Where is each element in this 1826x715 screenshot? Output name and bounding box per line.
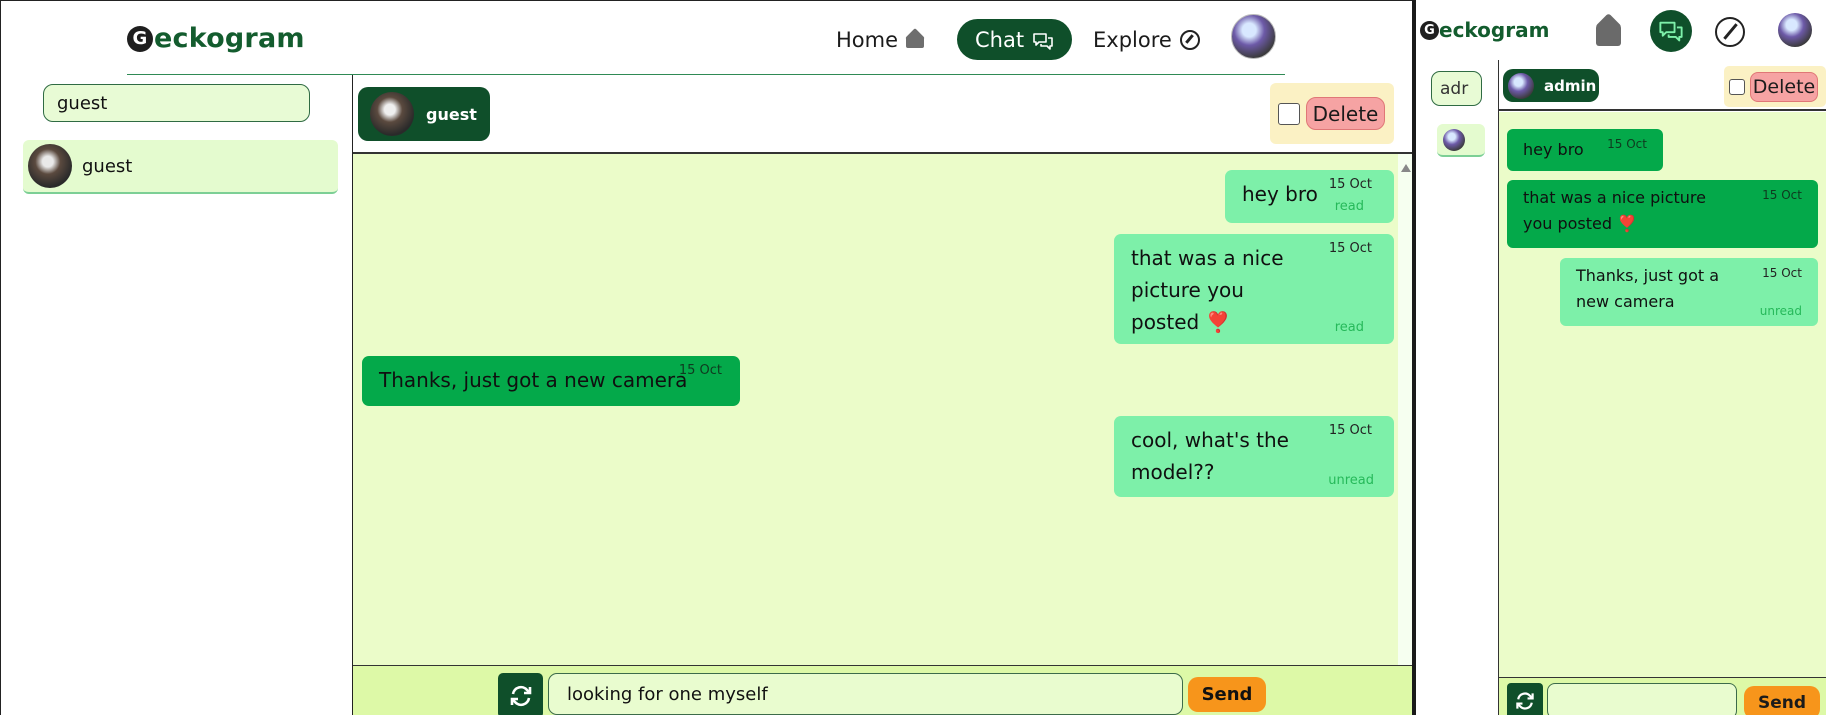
message-bubble: that was a nice picture you posted ❣️ 15… bbox=[1114, 234, 1394, 344]
message-status: read bbox=[1334, 320, 1364, 335]
contact-item[interactable] bbox=[1437, 124, 1485, 157]
nav-chat[interactable]: Chat bbox=[957, 19, 1073, 60]
message-bubble: cool, what's the model?? 15 Oct unread bbox=[1114, 416, 1394, 497]
message-date: 15 Oct bbox=[678, 363, 722, 378]
chat-panel: guest Delete hey bro 15 Oct read that wa… bbox=[353, 75, 1412, 715]
message-text: Thanks, just got a new camera bbox=[379, 368, 688, 392]
chat-user-name: guest bbox=[426, 104, 477, 124]
message-bubble: Thanks, just got a new camera 15 Oct unr… bbox=[1560, 258, 1818, 326]
send-button[interactable]: Send bbox=[1744, 686, 1820, 715]
chat-user-name: admin bbox=[1544, 76, 1597, 95]
contact-search-input[interactable]: guest bbox=[43, 84, 310, 122]
nav-home-label: Home bbox=[836, 28, 899, 52]
avatar bbox=[370, 92, 414, 136]
message-scrollbar[interactable] bbox=[1398, 154, 1412, 715]
gecko-logo-icon: G bbox=[127, 25, 153, 52]
delete-button[interactable]: Delete bbox=[1306, 97, 1385, 130]
app-logo-text: eckogram bbox=[1439, 18, 1550, 42]
contact-item[interactable]: guest bbox=[23, 140, 338, 194]
profile-avatar[interactable] bbox=[1231, 14, 1276, 59]
refresh-icon bbox=[1516, 692, 1534, 710]
right-window: G eckogram adr admin Delete hey bro 15 O… bbox=[1416, 0, 1826, 715]
profile-avatar[interactable] bbox=[1778, 13, 1812, 47]
message-bubble: hey bro 15 Oct bbox=[1507, 129, 1663, 171]
contacts-sidebar: guest guest bbox=[1, 75, 352, 715]
message-date: 15 Oct bbox=[1762, 266, 1802, 280]
heart-emoji: ❣️ bbox=[1617, 214, 1638, 233]
message-input[interactable] bbox=[1547, 683, 1737, 715]
delete-button[interactable]: Delete bbox=[1750, 71, 1818, 102]
contact-search-input[interactable]: adr bbox=[1431, 71, 1482, 106]
delete-controls: Delete bbox=[1724, 66, 1826, 107]
message-date: 15 Oct bbox=[1607, 137, 1647, 151]
nav-explore[interactable]: Explore bbox=[1093, 19, 1200, 61]
message-bubble: that was a nice picture you posted ❣️ 15… bbox=[1507, 180, 1818, 248]
message-text: that was a nice picture you posted bbox=[1523, 188, 1706, 233]
message-date: 15 Oct bbox=[1328, 241, 1372, 256]
message-text: cool, what's the model?? bbox=[1131, 428, 1289, 484]
message-status: unread bbox=[1759, 304, 1802, 318]
select-all-checkbox[interactable] bbox=[1278, 102, 1300, 125]
contact-name: guest bbox=[82, 155, 133, 177]
chat-panel: admin Delete hey bro 15 Oct that was a n… bbox=[1499, 60, 1826, 715]
nav-chat-label: Chat bbox=[975, 27, 1025, 52]
message-text: hey bro bbox=[1242, 182, 1318, 206]
select-all-checkbox[interactable] bbox=[1729, 78, 1745, 95]
compass-icon bbox=[1179, 30, 1200, 50]
message-composer: looking for one myself Send bbox=[353, 665, 1412, 715]
message-bubble: Thanks, just got a new camera 15 Oct bbox=[362, 356, 740, 406]
avatar bbox=[1508, 72, 1534, 99]
message-bubble: hey bro 15 Oct read bbox=[1225, 170, 1394, 223]
home-icon[interactable] bbox=[1593, 16, 1624, 47]
top-navbar: G eckogram Home Chat Explore bbox=[127, 1, 1285, 75]
scroll-up-icon[interactable] bbox=[1401, 164, 1411, 172]
contacts-sidebar: adr bbox=[1416, 60, 1498, 715]
chat-icon[interactable] bbox=[1650, 10, 1692, 52]
compass-icon[interactable] bbox=[1715, 17, 1745, 47]
message-text: hey bro bbox=[1523, 140, 1584, 159]
left-window: G eckogram Home Chat Explore guest guest bbox=[0, 0, 1412, 715]
avatar bbox=[28, 144, 72, 188]
message-status: read bbox=[1334, 199, 1364, 214]
app-logo[interactable]: G eckogram bbox=[127, 23, 305, 54]
message-date: 15 Oct bbox=[1328, 177, 1372, 192]
chat-user-badge[interactable]: guest bbox=[358, 87, 490, 141]
app-logo-text: eckogram bbox=[154, 23, 305, 54]
message-status: unread bbox=[1328, 473, 1374, 488]
chat-header: guest Delete bbox=[353, 75, 1412, 154]
refresh-icon bbox=[510, 685, 531, 706]
avatar bbox=[1443, 128, 1465, 151]
chat-icon bbox=[1032, 31, 1054, 50]
app-logo[interactable]: G eckogram bbox=[1420, 18, 1549, 42]
message-date: 15 Oct bbox=[1762, 188, 1802, 202]
chat-header: admin Delete bbox=[1499, 60, 1826, 111]
message-text: Thanks, just got a new camera bbox=[1576, 266, 1720, 311]
gecko-logo-icon: G bbox=[1420, 20, 1439, 40]
heart-emoji: ❣️ bbox=[1205, 310, 1231, 334]
message-date: 15 Oct bbox=[1328, 423, 1372, 438]
message-list: hey bro 15 Oct read that was a nice pict… bbox=[353, 154, 1398, 715]
send-button[interactable]: Send bbox=[1188, 677, 1266, 712]
message-composer: Send bbox=[1499, 677, 1826, 715]
message-input[interactable]: looking for one myself bbox=[548, 673, 1183, 715]
refresh-button[interactable] bbox=[498, 673, 543, 715]
refresh-button[interactable] bbox=[1507, 683, 1543, 715]
message-list: hey bro 15 Oct that was a nice picture y… bbox=[1499, 112, 1826, 677]
nav-home[interactable]: Home bbox=[836, 19, 925, 61]
chat-user-badge[interactable]: admin bbox=[1503, 69, 1599, 102]
home-icon bbox=[906, 32, 925, 48]
delete-controls: Delete bbox=[1270, 83, 1394, 144]
nav-explore-label: Explore bbox=[1093, 28, 1172, 52]
